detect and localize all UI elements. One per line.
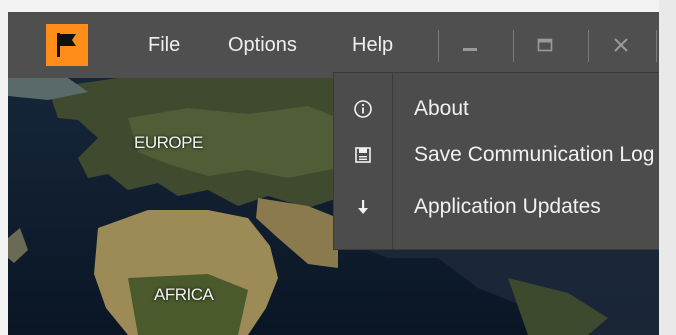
menu-options[interactable]: Options	[228, 12, 297, 78]
minimize-button[interactable]	[445, 24, 495, 66]
maximize-icon	[537, 38, 553, 52]
flag-icon	[57, 33, 76, 57]
close-icon	[614, 38, 628, 52]
help-dropdown-menu: About Save Communication Log Application…	[333, 72, 659, 250]
titlebar-separator	[438, 30, 439, 62]
titlebar-separator	[656, 30, 657, 62]
info-icon	[334, 83, 392, 135]
download-arrow-icon	[334, 181, 392, 233]
map-label-europe: EUROPE	[134, 133, 203, 152]
menu-item-application-updates-label: Application Updates	[414, 195, 601, 218]
menu-item-save-communication-log[interactable]: Save Communication Log	[334, 129, 659, 181]
title-bar: File Options Help	[8, 12, 659, 78]
save-log-icon	[334, 129, 392, 181]
menu-item-save-communication-log-label: Save Communication Log	[414, 143, 655, 166]
menu-item-about[interactable]: About	[334, 83, 659, 135]
menu-item-application-updates[interactable]: Application Updates	[334, 181, 659, 233]
background-strip	[659, 0, 676, 335]
menu-item-about-label: About	[414, 97, 469, 120]
close-button[interactable]	[596, 24, 646, 66]
app-window: EUROPE AFRICA File Options Help About Sa…	[8, 12, 659, 335]
minimize-icon	[463, 48, 477, 51]
menu-help[interactable]: Help	[352, 12, 393, 78]
app-logo[interactable]	[46, 24, 88, 66]
maximize-button[interactable]	[520, 24, 570, 66]
titlebar-separator	[513, 30, 514, 62]
menu-file[interactable]: File	[148, 12, 180, 78]
titlebar-separator	[588, 30, 589, 62]
map-label-africa: AFRICA	[154, 285, 214, 304]
